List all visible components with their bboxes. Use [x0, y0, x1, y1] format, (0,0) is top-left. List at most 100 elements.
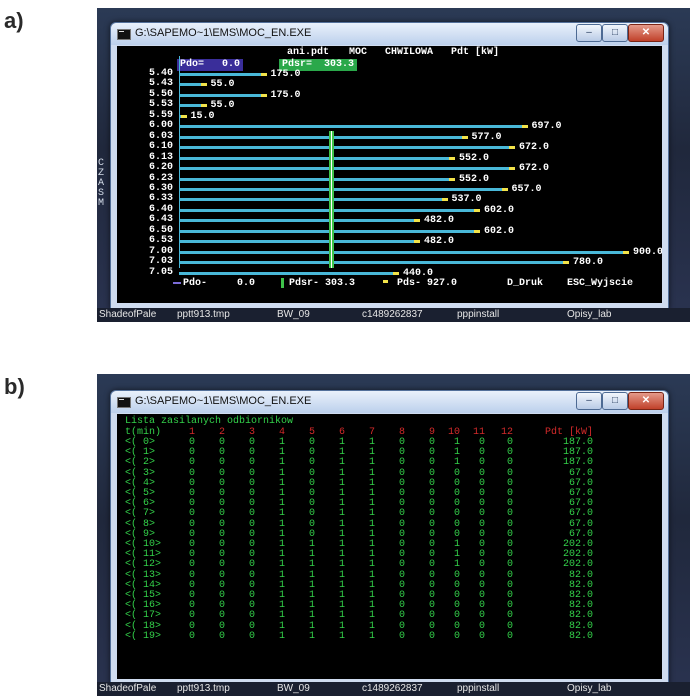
- taskbar-item[interactable]: Opisy_lab: [567, 683, 611, 694]
- y-tick-label: 5.40: [148, 68, 173, 79]
- footer-exit-key[interactable]: ESC_Wyjscie: [567, 278, 633, 289]
- bar-cap: [474, 229, 480, 233]
- taskbar-item[interactable]: c1489262837: [362, 309, 423, 320]
- table-cell: 0: [428, 508, 435, 520]
- table-cell: 0: [478, 457, 485, 469]
- table-cell: 0: [248, 610, 255, 622]
- table-cell: 1: [453, 559, 460, 571]
- table-cell: 0: [188, 610, 195, 622]
- bar-cap: [260, 73, 267, 76]
- table-cell: 1: [338, 457, 345, 469]
- bar: [179, 156, 455, 160]
- taskbar-item[interactable]: c1489262837: [362, 683, 423, 694]
- table-cell: 0: [398, 559, 405, 571]
- console-app-icon: [117, 397, 131, 408]
- taskbar-item[interactable]: pptt913.tmp: [177, 683, 230, 694]
- table-cell: 0: [308, 508, 315, 520]
- footer-pdsr: Pdsr- 303.3: [289, 278, 356, 289]
- footer-pdo: Pdo-: [183, 278, 208, 289]
- table-cell: 0: [398, 457, 405, 469]
- bar-value-label: 15.0: [190, 110, 215, 122]
- table-cell: 0: [248, 630, 255, 642]
- table-cell: 0: [398, 630, 405, 642]
- bar-value-label: 552.0: [459, 173, 490, 185]
- bar-value-label: 672.0: [519, 163, 550, 175]
- taskbar-item[interactable]: pptt913.tmp: [177, 309, 230, 320]
- table-cell: 0: [506, 508, 513, 520]
- maximize-button[interactable]: □: [602, 392, 628, 410]
- close-button[interactable]: ✕: [628, 392, 664, 410]
- taskbar: ShadeofPale pptt913.tmp BW_09 c1489262837 pp…: [97, 308, 690, 322]
- table-cell: 0: [478, 610, 485, 622]
- close-icon: ✕: [641, 395, 651, 406]
- taskbar-item[interactable]: Opisy_lab: [567, 309, 611, 320]
- footer-pdo-value: 0.0: [237, 278, 256, 289]
- table-cell: 0: [218, 457, 225, 469]
- panel-label-b: b): [4, 374, 25, 399]
- bar-cap: [521, 125, 528, 129]
- table-row: <( 17> 0 0 0 1 1 1 1 0 0 0 0 0 82.0: [125, 610, 593, 622]
- taskbar-item[interactable]: BW_09: [277, 683, 310, 694]
- table-cell: 0: [218, 559, 225, 571]
- taskbar-item[interactable]: pppinstall: [457, 683, 499, 694]
- table-cell-time: <( 19>: [125, 630, 162, 642]
- table-cell: 1: [338, 610, 345, 622]
- table-cell: 1: [308, 559, 315, 571]
- y-tick-label: 6.33: [148, 193, 173, 205]
- close-button[interactable]: ✕: [628, 24, 664, 42]
- bar-value-label: 55.0: [210, 100, 235, 112]
- console-chart-area: ani.pdt MOC CHWILOWA Pdt [kW] Pdo= 0.0 P…: [117, 46, 662, 303]
- bar-cap: [414, 219, 420, 223]
- table-cell: 0: [188, 457, 195, 469]
- table-cell: 0: [218, 508, 225, 520]
- maximize-icon: □: [611, 395, 619, 406]
- table-cell: 1: [338, 559, 345, 571]
- console-app-icon: [117, 29, 131, 40]
- bar-cap: [623, 250, 629, 254]
- footer-pds: Pds- 927.0: [397, 278, 458, 289]
- table-cell: 0: [248, 508, 255, 520]
- title-bar[interactable]: G:\SAPEMO~1\EMS\MOC_EN.EXE – □ ✕: [111, 23, 668, 45]
- pdo-value: 0.0: [222, 59, 241, 70]
- bar-value-label: 697.0: [531, 121, 562, 133]
- file-name: ani.pdt: [287, 47, 330, 58]
- bar: [179, 250, 629, 254]
- table-title: Lista zasilanych odbiornikow: [125, 416, 294, 427]
- table-header: t(min) 1 2 3 4 5 6 7 8 9 10 11 12 Pdt [kW]: [125, 427, 593, 438]
- bar-cap: [414, 240, 420, 244]
- table-cell: 0: [453, 610, 460, 622]
- console-window[interactable]: G:\SAPEMO~1\EMS\MOC_EN.EXE – □ ✕ Lista z…: [110, 390, 669, 686]
- close-icon: ✕: [641, 27, 651, 38]
- taskbar-item[interactable]: ShadeofPale: [99, 309, 156, 320]
- title-bar[interactable]: G:\SAPEMO~1\EMS\MOC_EN.EXE – □ ✕: [111, 391, 668, 413]
- table-cell-time: <( 12>: [125, 559, 162, 571]
- y-tick-label: 6.00: [148, 120, 173, 132]
- console-table-area: Lista zasilanych odbiornikow t(min) 1 2 3 4 5…: [117, 414, 662, 679]
- y-tick-label: 5.50: [148, 88, 173, 100]
- bar-value-label: 482.0: [424, 215, 455, 227]
- y-tick-label: 7.03: [148, 256, 173, 268]
- console-window[interactable]: G:\SAPEMO~1\EMS\MOC_EN.EXE – □ ✕ ani.pdt…: [110, 22, 669, 310]
- screenshot-a: CZASM 2F2FMIMIMSMSAIOCBLACSL G:\SAPEMO~1…: [97, 8, 690, 322]
- table-cell: 1: [278, 457, 285, 469]
- chart-title-moc: MOC: [349, 47, 368, 58]
- taskbar-item[interactable]: BW_09: [277, 309, 310, 320]
- table-cell-pdt: 82.0: [568, 630, 593, 642]
- table-cell: 0: [453, 508, 460, 520]
- bar-cap: [260, 93, 267, 97]
- maximize-button[interactable]: □: [602, 24, 628, 42]
- bar: [179, 261, 569, 265]
- taskbar-item[interactable]: pppinstall: [457, 309, 499, 320]
- footer-print-key[interactable]: D_Druk: [507, 278, 543, 289]
- minimize-button[interactable]: –: [576, 24, 602, 42]
- table-cell: 1: [368, 508, 375, 520]
- table-cell: 0: [478, 630, 485, 642]
- bar: [179, 125, 528, 129]
- table-cell: 0: [428, 559, 435, 571]
- table-row: <( 19> 0 0 0 1 1 1 1 0 0 0 0 0 82.0: [125, 630, 593, 642]
- minimize-button[interactable]: –: [576, 392, 602, 410]
- table-row: <( 12> 0 0 0 1 1 1 1 0 0 1 0 0 202.0: [125, 559, 593, 571]
- bar-cap: [200, 83, 207, 87]
- y-tick-label: 6.10: [148, 141, 173, 153]
- taskbar-item[interactable]: ShadeofPale: [99, 683, 156, 694]
